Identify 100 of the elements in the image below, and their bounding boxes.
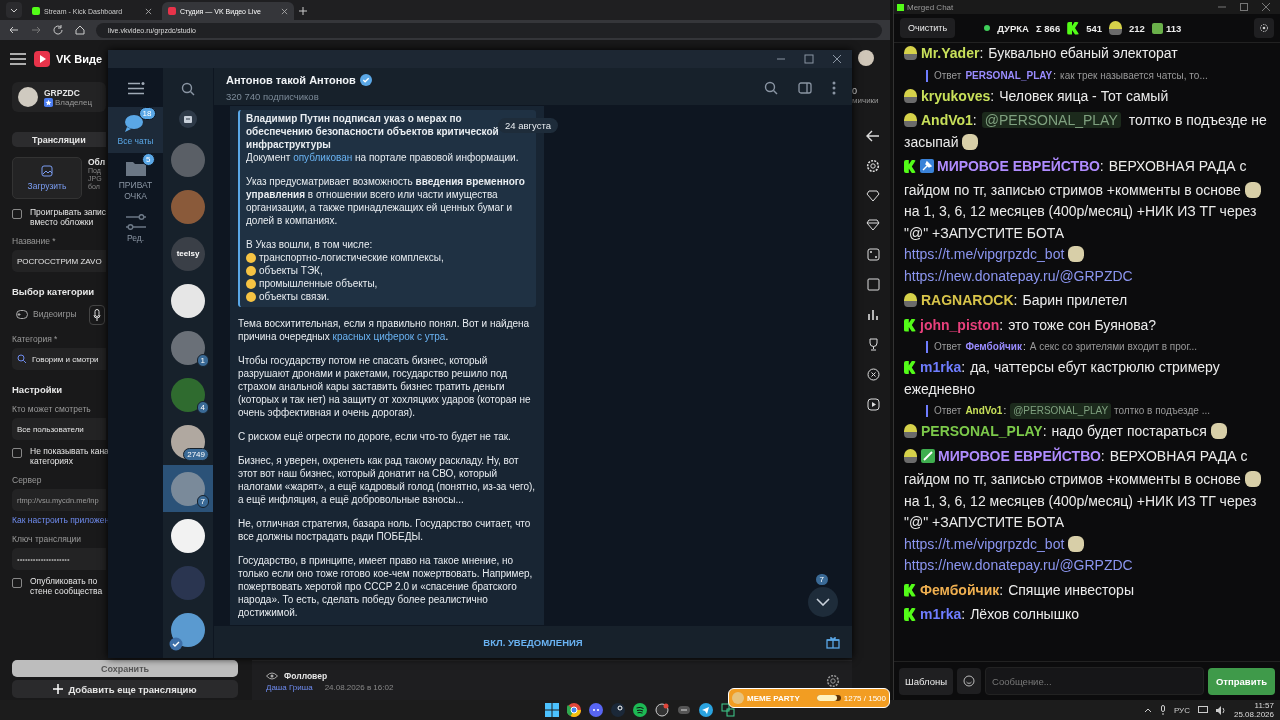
chat-link[interactable]: https://new.donatepay.ru/@GRPZDC: [904, 267, 1133, 284]
post-paragraph: Не, отличная стратегия, базара ноль. Государство считает, что все должны пострадать ради ПОБЕДЫ.: [238, 517, 532, 543]
clear-button[interactable]: Очистить: [900, 18, 956, 38]
game-store-icon[interactable]: [611, 703, 625, 717]
maximize-icon[interactable]: [1240, 3, 1248, 11]
close-icon[interactable]: [145, 7, 152, 15]
mention[interactable]: @PERSONAL_PLAY: [981, 112, 1121, 128]
more-icon[interactable]: [832, 81, 836, 95]
sidebar-icon[interactable]: [798, 82, 812, 94]
menu-icon[interactable]: [126, 82, 145, 95]
clock-time[interactable]: 11:57: [1254, 701, 1274, 710]
close-icon[interactable]: [832, 54, 842, 64]
unread-badge: 18: [138, 107, 156, 120]
emote-icon: [1151, 22, 1163, 34]
windows-icon[interactable]: [545, 703, 559, 717]
reply-user[interactable]: Фембойчик: [965, 339, 1022, 355]
mention[interactable]: @PERSONAL_PLAY: [1010, 403, 1112, 419]
channel-name: Антонов такой Антонов: [226, 74, 356, 86]
section-tab[interactable]: Трансляции: [12, 132, 106, 147]
language-indicator[interactable]: РУС: [1173, 705, 1190, 715]
chat-link[interactable]: https://t.me/vipgrpzdc_bot: [904, 246, 1065, 262]
maximize-icon[interactable]: [804, 54, 814, 64]
app-icon[interactable]: [655, 703, 669, 717]
microphone-icon[interactable]: [88, 305, 105, 325]
folder-tab[interactable]: Ред.: [108, 208, 163, 250]
plus-icon: [53, 684, 64, 694]
folder-tab[interactable]: 18 Все чаты: [108, 107, 163, 153]
chat-username[interactable]: МИРОВОЕ ЕВРЕЙСТВО: [938, 447, 1101, 464]
bar-chart-icon[interactable]: [866, 308, 880, 321]
search-icon[interactable]: [764, 81, 778, 95]
chat-username[interactable]: PERSONAL_PLAY: [921, 423, 1043, 439]
follower-name[interactable]: Даша Гриша: [266, 683, 313, 692]
reply-user[interactable]: PERSONAL_PLAY: [965, 67, 1053, 84]
settings-button[interactable]: [1254, 18, 1274, 38]
category-search-field[interactable]: Говорим и смотри: [12, 348, 106, 370]
search-icon[interactable]: [181, 82, 195, 96]
avatar: [171, 424, 205, 459]
scroll-down-button[interactable]: [808, 587, 838, 617]
browser-icon[interactable]: [567, 703, 581, 717]
play-square-icon[interactable]: [866, 398, 880, 411]
chat-username[interactable]: МИРОВОЕ ЕВРЕЙСТВО: [937, 158, 1100, 174]
templates-button[interactable]: Шаблоны: [899, 667, 953, 695]
settings-icon[interactable]: [826, 674, 840, 688]
messenger-icon[interactable]: [699, 703, 713, 717]
music-app-icon[interactable]: [633, 703, 647, 717]
send-button[interactable]: Отправить: [1207, 667, 1275, 695]
back-arrow-icon[interactable]: [866, 130, 880, 142]
save-button[interactable]: Сохранить: [12, 660, 238, 677]
message-field[interactable]: Сообщение...: [985, 667, 1204, 695]
square-icon[interactable]: [866, 278, 880, 291]
user-card[interactable]: GRPZDC Владелец: [12, 82, 106, 112]
archive-icon[interactable]: [179, 110, 197, 128]
monitor-icon[interactable]: [1197, 705, 1208, 715]
folder-tab[interactable]: 5 ПРИВАТ ОЧКА: [108, 153, 163, 208]
checkbox[interactable]: [12, 578, 22, 588]
chat-list-item[interactable]: teelsy: [163, 230, 213, 277]
tab-list-icon[interactable]: [6, 2, 22, 18]
category-chip[interactable]: Видеоигры: [12, 305, 81, 323]
home-icon[interactable]: [74, 24, 86, 36]
back-icon[interactable]: [8, 24, 20, 36]
chat-app-icon[interactable]: [589, 703, 603, 717]
app-icon[interactable]: [721, 703, 735, 717]
trophy-icon[interactable]: [866, 338, 880, 351]
section-heading: Выбор категории: [12, 286, 95, 297]
count-text: 0: [852, 86, 857, 96]
notifications-button[interactable]: ВКЛ. УВЕДОМЛЕНИЯ: [483, 636, 583, 648]
diamond-icon[interactable]: [866, 190, 880, 202]
reload-icon[interactable]: [52, 24, 64, 36]
chevron-up-icon[interactable]: [1143, 707, 1152, 713]
checkbox[interactable]: [12, 209, 22, 219]
avatar: [171, 142, 205, 177]
chat-link[interactable]: https://new.donatepay.ru/@GRPZDC: [904, 557, 1133, 573]
audience-dropdown[interactable]: Все пользователи: [12, 418, 106, 440]
chat-list-item[interactable]: 4: [163, 371, 213, 418]
close-icon[interactable]: [1262, 3, 1270, 11]
add-stream-button[interactable]: Добавить еще трансляцию: [12, 680, 238, 698]
chat-list-item[interactable]: 1: [163, 324, 213, 371]
upload-button[interactable]: Загрузить: [12, 157, 82, 199]
emoji-button[interactable]: [957, 668, 981, 694]
reply-user[interactable]: AndVo1: [965, 403, 1003, 419]
chat-list-item[interactable]: 2749: [163, 418, 213, 465]
cross-circle-icon[interactable]: [866, 368, 880, 381]
gift-icon[interactable]: [826, 635, 840, 649]
chat-username[interactable]: RAGNAROCK: [921, 292, 1014, 308]
close-icon[interactable]: [281, 7, 288, 15]
chat-list-item[interactable]: 7: [163, 465, 213, 512]
checkbox[interactable]: [12, 448, 22, 458]
title-field[interactable]: РОСГОССТРИМ ZAVO: [12, 250, 106, 272]
speaker-icon[interactable]: [1215, 705, 1226, 715]
avatar: [171, 565, 205, 600]
chat-username[interactable]: AndVo1: [921, 112, 973, 128]
app-icon[interactable]: [677, 703, 691, 717]
gem-icon[interactable]: [866, 219, 880, 231]
avatar[interactable]: [858, 50, 874, 66]
microphone-icon[interactable]: [1159, 705, 1166, 715]
post-link[interactable]: опубликован: [293, 152, 353, 163]
chat-link[interactable]: https://t.me/vipgrpzdc_bot: [904, 535, 1065, 552]
forward-icon[interactable]: [30, 24, 42, 36]
dice-icon[interactable]: [866, 248, 880, 261]
clock-date[interactable]: 25.08.2026: [1233, 710, 1274, 719]
